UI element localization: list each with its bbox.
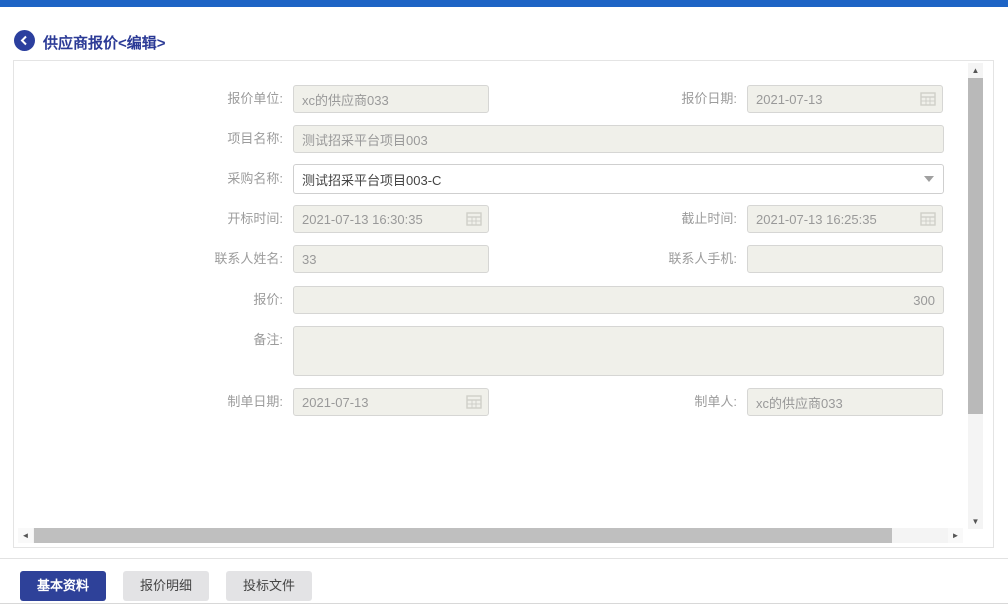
tab-quote-detail[interactable]: 报价明细 bbox=[123, 571, 209, 601]
purchase-name-label: 采购名称: bbox=[14, 164, 293, 194]
form-panel: 报价单位: 报价日期: 项目名称: 采购名称: bbox=[13, 60, 994, 548]
tab-basic-info[interactable]: 基本资料 bbox=[20, 571, 106, 601]
page-title: 供应商报价<编辑> bbox=[43, 32, 166, 53]
bottom-divider bbox=[0, 603, 1008, 604]
page-header: 供应商报价<编辑> bbox=[0, 7, 1008, 60]
remark-field bbox=[293, 326, 944, 376]
open-time-label: 开标时间: bbox=[14, 205, 293, 233]
contact-name-field bbox=[293, 245, 489, 273]
remark-label: 备注: bbox=[14, 326, 293, 376]
scroll-up-icon[interactable]: ▲ bbox=[968, 63, 983, 78]
deadline-time-label: 截止时间: bbox=[489, 205, 747, 233]
bottom-tab-bar: 基本资料 报价明细 投标文件 bbox=[0, 558, 1008, 603]
purchase-name-select[interactable] bbox=[293, 164, 944, 194]
open-time-field bbox=[293, 205, 489, 233]
calendar-icon bbox=[466, 394, 482, 410]
vertical-scrollbar-thumb[interactable] bbox=[968, 78, 983, 414]
deadline-time-field bbox=[747, 205, 943, 233]
caret-down-icon[interactable] bbox=[924, 176, 934, 182]
quote-unit-field bbox=[293, 85, 489, 113]
vertical-scrollbar[interactable]: ▲ ▼ bbox=[968, 63, 983, 529]
scroll-left-icon[interactable]: ◄ bbox=[18, 528, 33, 543]
scroll-right-icon[interactable]: ► bbox=[948, 528, 963, 543]
horizontal-scrollbar-thumb[interactable] bbox=[34, 528, 892, 543]
creator-field bbox=[747, 388, 943, 416]
contact-phone-label: 联系人手机: bbox=[489, 245, 747, 273]
calendar-icon bbox=[920, 91, 936, 107]
scroll-down-icon[interactable]: ▼ bbox=[968, 514, 983, 529]
back-button[interactable] bbox=[14, 30, 35, 51]
contact-phone-field bbox=[747, 245, 943, 273]
quote-price-label: 报价: bbox=[14, 286, 293, 314]
create-date-field bbox=[293, 388, 489, 416]
tab-bid-documents[interactable]: 投标文件 bbox=[226, 571, 312, 601]
quote-price-field bbox=[293, 286, 944, 314]
quote-date-field bbox=[747, 85, 943, 113]
quote-date-label: 报价日期: bbox=[489, 85, 747, 113]
top-accent-bar bbox=[0, 0, 1008, 7]
chevron-left-icon bbox=[19, 35, 30, 46]
horizontal-scrollbar[interactable]: ◄ ► bbox=[18, 528, 963, 543]
calendar-icon bbox=[466, 211, 482, 227]
project-name-field bbox=[293, 125, 944, 153]
create-date-label: 制单日期: bbox=[14, 388, 293, 416]
project-name-label: 项目名称: bbox=[14, 125, 293, 153]
contact-name-label: 联系人姓名: bbox=[14, 245, 293, 273]
creator-label: 制单人: bbox=[489, 388, 747, 416]
calendar-icon bbox=[920, 211, 936, 227]
quote-unit-label: 报价单位: bbox=[14, 85, 293, 113]
